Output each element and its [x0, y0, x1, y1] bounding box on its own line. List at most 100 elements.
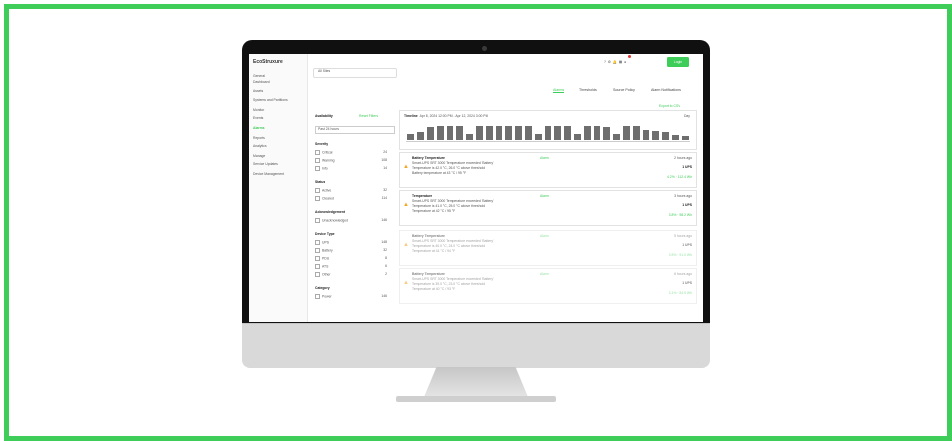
- timeline-range: Apr 8, 2024 12:00 PM - Apr 12, 2024 3:00…: [419, 114, 489, 118]
- timeline-bar: [427, 127, 434, 140]
- sidebar-item-assets[interactable]: Assets: [253, 89, 305, 93]
- timeline-bar: [476, 126, 483, 140]
- alert-card[interactable]: ▲ Battery Temperature Smart-UPS SRT 3000…: [399, 152, 697, 188]
- camera-dot: [482, 46, 487, 51]
- timeline-bars: [406, 124, 690, 140]
- sidebar-item-dashboard[interactable]: Dashboard: [253, 80, 305, 84]
- time-range-dropdown[interactable]: Past 24 hours: [315, 126, 395, 134]
- alert-line: Temperature is 40.0 °C, 24.0 °C above th…: [412, 244, 486, 248]
- checkbox[interactable]: [315, 256, 320, 261]
- sidebar-item-analytics[interactable]: Analytics: [253, 144, 305, 148]
- timeline-axis: [406, 141, 690, 142]
- timeline-bar: [544, 125, 552, 140]
- filter-count: 14: [383, 166, 387, 170]
- alert-link[interactable]: Alarm: [540, 194, 549, 198]
- site-selector[interactable]: All Sites: [313, 68, 397, 78]
- help-icon[interactable]: ?: [604, 60, 606, 64]
- alert-link[interactable]: Alarm: [540, 272, 549, 276]
- filter-label: Power: [322, 294, 332, 299]
- filter-label: Active: [322, 188, 332, 193]
- tab-alarm-notifications[interactable]: Alarm Notifications: [651, 88, 681, 92]
- sidebar-item-systems[interactable]: Systems and Partitions: [253, 98, 305, 102]
- category-group-label: Category: [315, 286, 330, 290]
- filter-count: 32: [383, 188, 387, 192]
- filter-label: Info: [322, 166, 328, 171]
- sidebar-item-events[interactable]: Events: [253, 116, 305, 120]
- settings-icon[interactable]: ⚙: [608, 60, 611, 64]
- alert-device: 1 UPS: [682, 243, 692, 247]
- filter-warning[interactable]: Warning 108: [315, 158, 393, 163]
- checkbox[interactable]: [315, 240, 320, 245]
- checkbox[interactable]: [315, 166, 320, 171]
- timeline-bar: [554, 125, 562, 140]
- filter-label: ATS: [322, 264, 329, 269]
- export-link[interactable]: Export to CSV: [659, 104, 680, 108]
- checkbox[interactable]: [315, 272, 320, 277]
- filter-other[interactable]: Other 2: [315, 272, 393, 277]
- filter-count: 24: [383, 150, 387, 154]
- filter-power[interactable]: Power 146: [315, 294, 393, 299]
- sidebar-item-device-management[interactable]: Device Management: [253, 172, 305, 176]
- timeline-zoom[interactable]: Day: [684, 114, 690, 118]
- alert-card[interactable]: ▲ Temperature Smart-UPS SRT 3000 Tempera…: [399, 190, 697, 226]
- filter-active[interactable]: Active 32: [315, 188, 393, 193]
- login-button[interactable]: Login: [667, 57, 689, 67]
- alert-title: Battery Temperature: [412, 156, 445, 160]
- checkbox[interactable]: [315, 150, 320, 155]
- timeline-bar: [681, 136, 689, 140]
- alert-card[interactable]: ▲ Battery Temperature Smart-UPS SRT 3000…: [399, 268, 697, 304]
- filter-label: Cleared: [322, 196, 334, 201]
- filter-battery[interactable]: Battery 32: [315, 248, 393, 253]
- filter-unacknowledged[interactable]: Unacknowledged 146: [315, 218, 393, 223]
- filter-ups[interactable]: UPS 148: [315, 240, 393, 245]
- checkbox[interactable]: [315, 158, 320, 163]
- tab-bar: Alarms Thresholds Source Policy Alarm No…: [553, 88, 701, 96]
- alert-value: 3.1% · 84.5 Wh: [668, 291, 692, 295]
- checkbox[interactable]: [315, 196, 320, 201]
- timeline-bar: [613, 134, 620, 140]
- checkbox[interactable]: [315, 188, 320, 193]
- filter-ats[interactable]: ATS 6: [315, 264, 393, 269]
- timeline-bar: [505, 126, 513, 140]
- apps-icon[interactable]: ▦: [619, 60, 622, 64]
- alert-title: Battery Temperature: [412, 234, 445, 238]
- timeline-panel: Timeline Apr 8, 2024 12:00 PM - Apr 12, …: [399, 110, 697, 150]
- filter-pdu[interactable]: PDU 8: [315, 256, 393, 261]
- tab-source-policy[interactable]: Source Policy: [613, 88, 635, 92]
- sidebar-item-alarms[interactable]: Alarms: [253, 126, 305, 130]
- tab-thresholds[interactable]: Thresholds: [579, 88, 597, 92]
- filter-critical[interactable]: Critical 24: [315, 150, 393, 155]
- warning-icon: ▲: [403, 164, 409, 170]
- reset-filters-link[interactable]: Reset Filters: [359, 114, 378, 118]
- filter-count: 146: [381, 218, 387, 222]
- filter-label: PDU: [322, 256, 330, 261]
- filter-cleared[interactable]: Cleared 114: [315, 196, 393, 201]
- alert-link[interactable]: Alarm: [540, 234, 549, 238]
- alert-card[interactable]: ▲ Battery Temperature Smart-UPS SRT 3000…: [399, 230, 697, 266]
- tab-alarms[interactable]: Alarms: [553, 88, 565, 93]
- notification-icon[interactable]: 🔔: [613, 60, 617, 64]
- alert-line: Smart-UPS SRT 3000 Temperature exceeded …: [412, 239, 494, 243]
- timeline-bar: [622, 125, 630, 140]
- checkbox[interactable]: [315, 264, 320, 269]
- timeline-bar: [495, 125, 503, 140]
- filter-label: Battery: [322, 248, 333, 253]
- timeline-bar: [466, 133, 474, 140]
- timeline-bar: [456, 126, 464, 140]
- user-icon[interactable]: ●: [624, 60, 626, 64]
- alert-title: Battery Temperature: [412, 272, 445, 276]
- alert-link[interactable]: Alarm: [540, 156, 549, 160]
- filter-label: Critical: [322, 150, 333, 155]
- alert-line: Smart-UPS SRT 3000 Temperature exceeded …: [412, 277, 494, 281]
- filter-info[interactable]: Info 14: [315, 166, 393, 171]
- alert-value: 3.5% · 91.0 Wh: [668, 253, 692, 257]
- checkbox[interactable]: [315, 248, 320, 253]
- timeline-bar: [564, 126, 571, 140]
- checkbox[interactable]: [315, 218, 320, 223]
- timeline-bar: [515, 125, 523, 140]
- filter-count: 8: [385, 256, 387, 260]
- alert-line: Temperature at 41 °C / 94 °F: [412, 249, 456, 253]
- sidebar-item-service-updates[interactable]: Service Updates: [253, 162, 305, 166]
- sidebar-section-label: Monitor: [253, 108, 265, 112]
- checkbox[interactable]: [315, 294, 320, 299]
